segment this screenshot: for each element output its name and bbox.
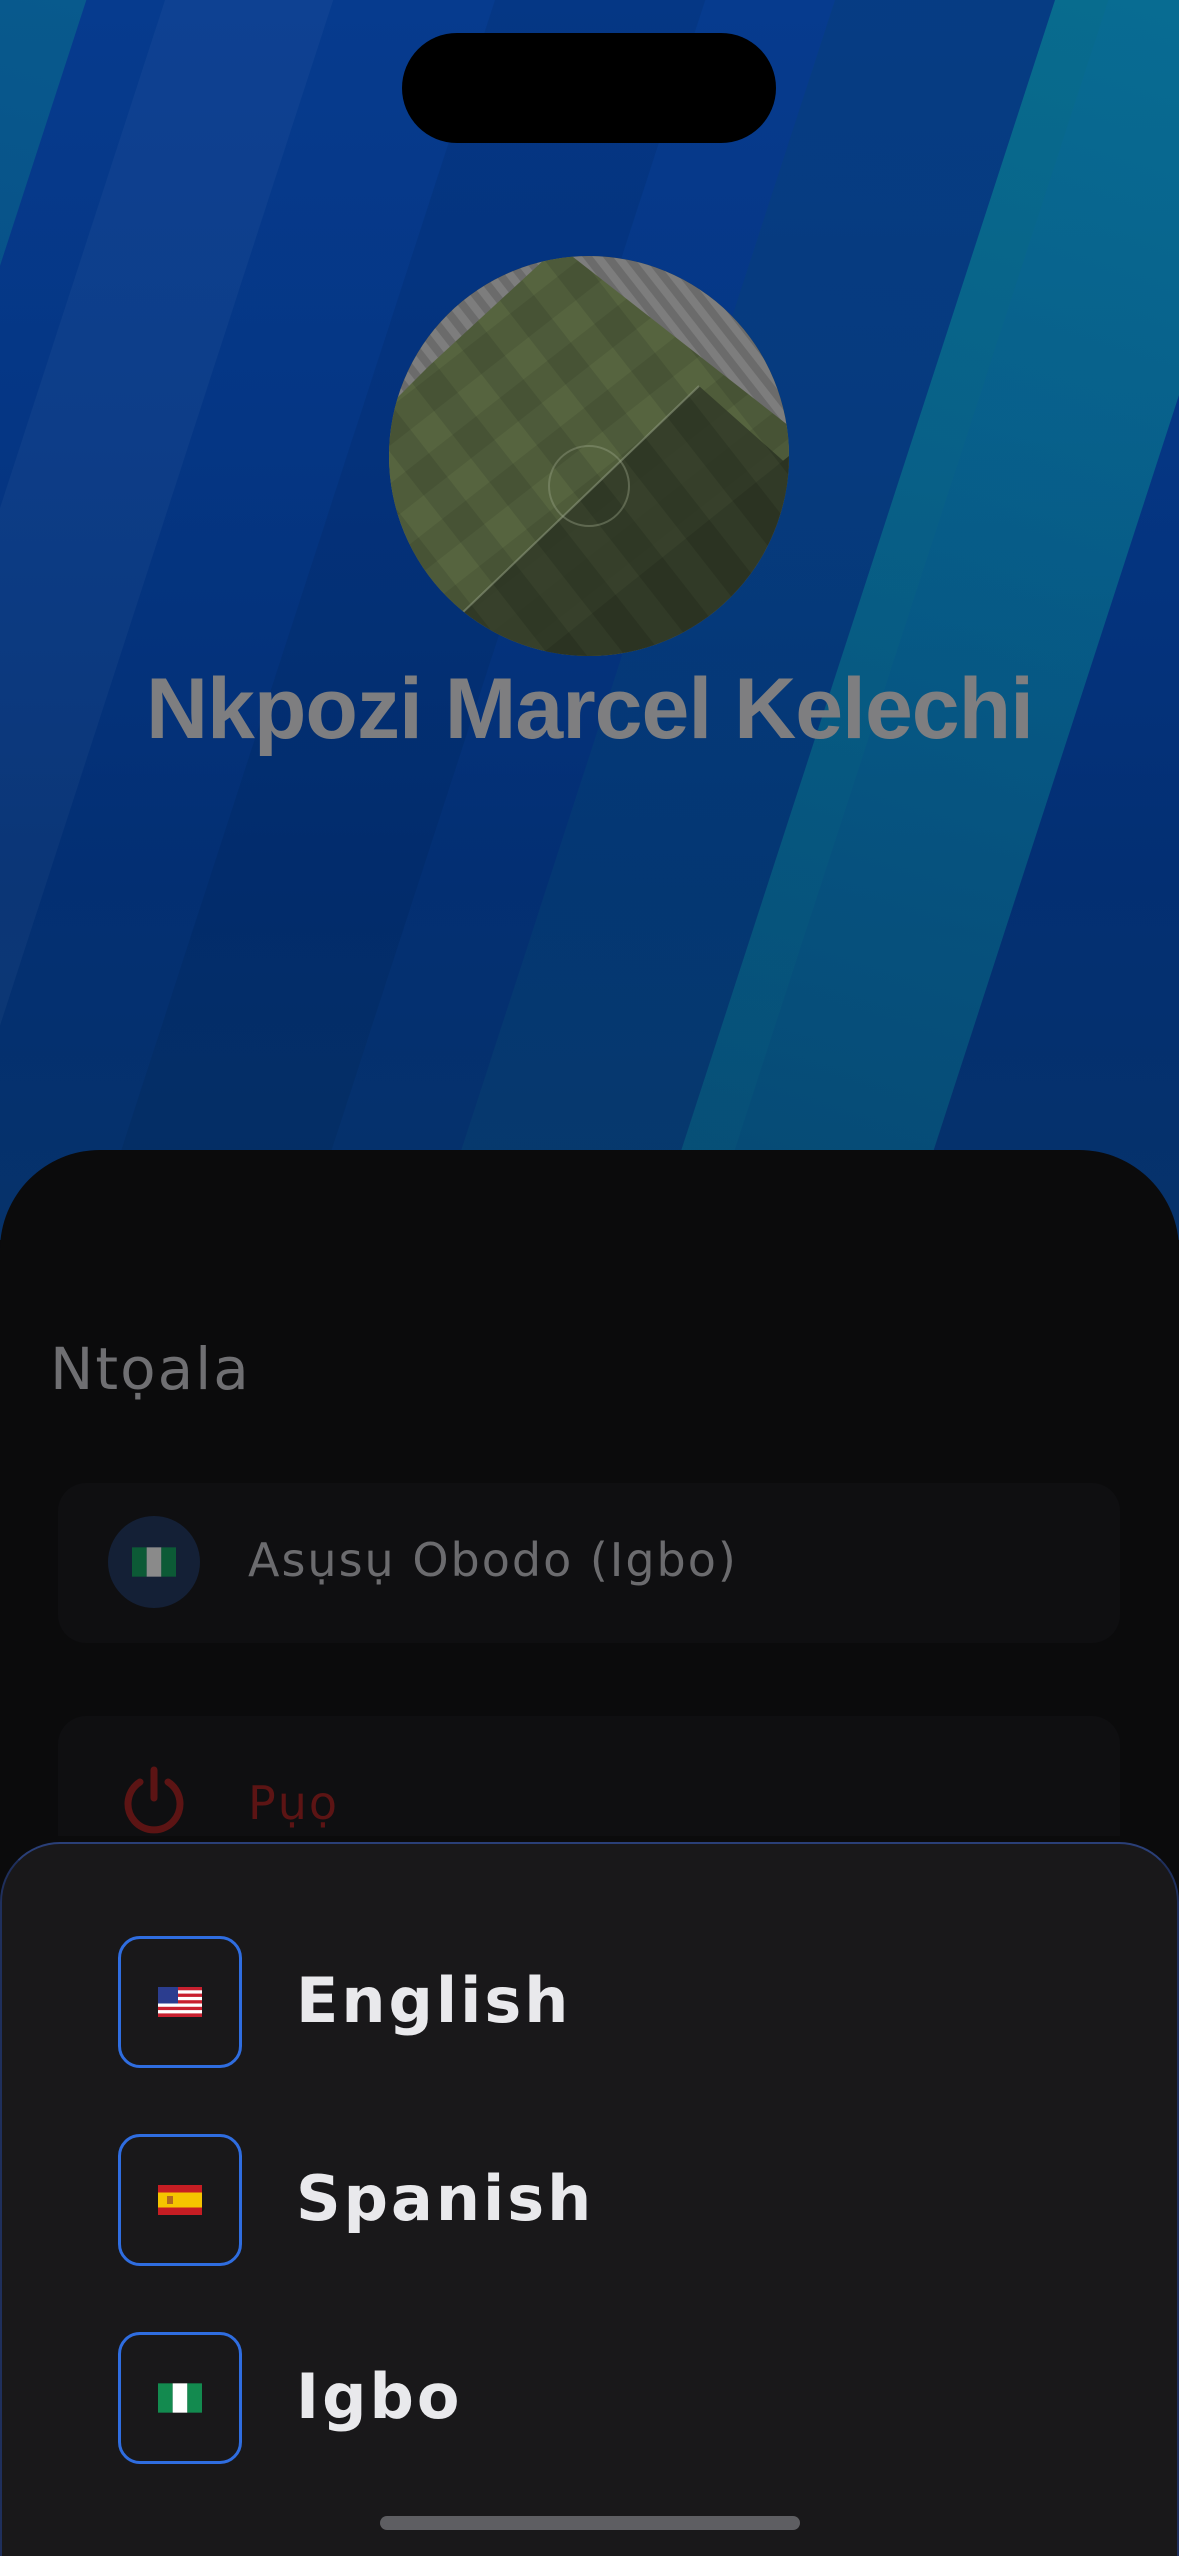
avatar[interactable] — [389, 256, 789, 656]
language-setting-label: Asụsụ Obodo (Igbo) — [248, 1533, 738, 1587]
language-option-label: English — [296, 1964, 572, 2037]
language-picker-sheet: English Spanish Igbo — [0, 1842, 1179, 2556]
nigeria-flag-icon — [108, 1516, 200, 1608]
logout-label: Pụọ — [248, 1776, 340, 1830]
power-icon — [124, 1766, 184, 1834]
us-flag-icon — [118, 1936, 242, 2068]
language-option-igbo[interactable]: Igbo — [118, 2332, 1018, 2468]
logout-row[interactable]: Pụọ — [58, 1716, 1120, 1836]
user-name: Nkpozi Marcel Kelechi — [145, 661, 1034, 757]
avatar-image — [389, 256, 789, 656]
dynamic-island — [402, 33, 776, 143]
language-option-label: Spanish — [296, 2162, 595, 2235]
language-option-spanish[interactable]: Spanish — [118, 2134, 1018, 2270]
home-indicator[interactable] — [380, 2516, 800, 2530]
spain-flag-icon — [118, 2134, 242, 2266]
language-option-label: Igbo — [296, 2360, 463, 2433]
nigeria-flag-icon — [118, 2332, 242, 2464]
settings-section-title: Ntọala — [50, 1335, 251, 1403]
language-option-english[interactable]: English — [118, 1936, 1018, 2072]
language-setting-row[interactable]: Asụsụ Obodo (Igbo) — [58, 1483, 1120, 1643]
